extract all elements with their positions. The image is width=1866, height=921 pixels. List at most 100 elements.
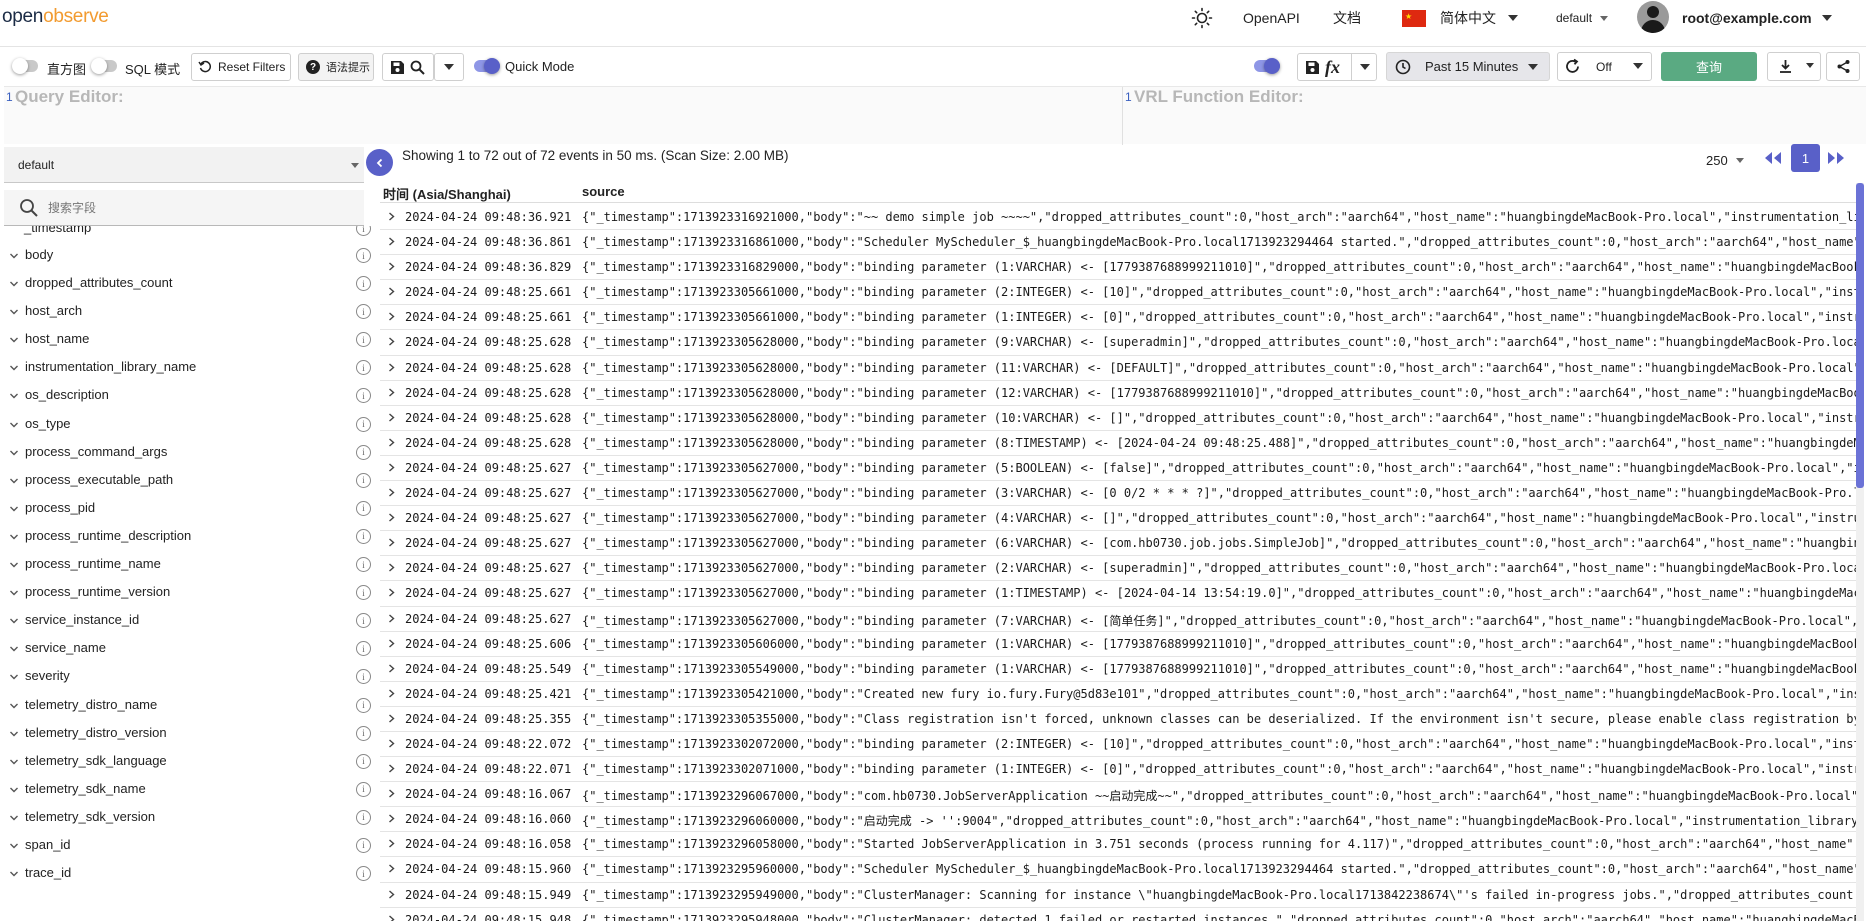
expand-row-icon[interactable]	[387, 488, 396, 497]
table-row[interactable]: 2024-04-24 09:48:16.067 {"_timestamp":171…	[380, 782, 1858, 808]
expand-row-icon[interactable]	[387, 212, 396, 221]
openapi-link[interactable]: OpenAPI	[1243, 0, 1300, 36]
first-page-icon[interactable]	[1763, 151, 1783, 165]
expand-row-icon[interactable]	[387, 915, 396, 921]
table-row[interactable]: 2024-04-24 09:48:25.661 {"_timestamp":171…	[380, 280, 1858, 306]
chevron-down-icon[interactable]	[9, 363, 19, 373]
chevron-down-icon[interactable]	[9, 448, 19, 458]
table-row[interactable]: 2024-04-24 09:48:25.606 {"_timestamp":171…	[380, 632, 1858, 657]
table-row[interactable]: 2024-04-24 09:48:25.627 {"_timestamp":171…	[380, 556, 1858, 582]
table-row[interactable]: 2024-04-24 09:48:25.421 {"_timestamp":171…	[380, 682, 1858, 707]
expand-row-icon[interactable]	[387, 613, 396, 623]
chevron-down-icon[interactable]	[9, 729, 19, 739]
info-icon[interactable]: i	[356, 226, 371, 236]
field-item[interactable]: host_arch i	[4, 298, 376, 326]
docs-link[interactable]: 文档	[1333, 0, 1361, 36]
chevron-down-icon[interactable]	[9, 644, 19, 654]
expand-row-icon[interactable]	[387, 262, 396, 271]
info-icon[interactable]: i	[356, 416, 371, 432]
chevron-down-icon[interactable]	[9, 616, 19, 626]
page-number-button[interactable]: 1	[1791, 144, 1820, 172]
saved-views-dropdown[interactable]	[434, 53, 464, 81]
info-icon[interactable]: i	[356, 360, 371, 376]
chevron-down-icon[interactable]	[9, 532, 19, 542]
query-editor[interactable]: Query Editor:	[15, 87, 124, 107]
chevron-down-icon[interactable]	[9, 672, 19, 682]
table-row[interactable]: 2024-04-24 09:48:25.627 {"_timestamp":171…	[380, 607, 1858, 632]
info-icon[interactable]: i	[356, 500, 371, 516]
expand-row-icon[interactable]	[387, 764, 396, 773]
field-item[interactable]: service_name i	[4, 635, 376, 663]
expand-row-icon[interactable]	[387, 864, 396, 873]
chevron-down-icon[interactable]	[9, 391, 19, 401]
scrollbar-thumb[interactable]	[1856, 183, 1864, 488]
org-selector[interactable]: default	[1556, 0, 1609, 36]
field-item[interactable]: instrumentation_library_name i	[4, 354, 376, 382]
field-item[interactable]: process_command_args i	[4, 439, 376, 467]
table-row[interactable]: 2024-04-24 09:48:36.861 {"_timestamp":171…	[380, 230, 1858, 256]
chevron-down-icon[interactable]	[9, 279, 19, 289]
field-item[interactable]: process_pid i	[4, 495, 376, 523]
expand-row-icon[interactable]	[387, 789, 396, 798]
user-menu[interactable]: root@example.com	[1682, 0, 1832, 36]
quick-mode-toggle[interactable]	[474, 58, 500, 74]
expand-row-icon[interactable]	[387, 890, 396, 899]
info-icon[interactable]: i	[356, 472, 371, 488]
table-row[interactable]: 2024-04-24 09:48:22.072 {"_timestamp":171…	[380, 732, 1858, 758]
field-item[interactable]: process_runtime_name i	[4, 551, 376, 579]
language-selector[interactable]: 简体中文	[1402, 0, 1518, 36]
table-row[interactable]: 2024-04-24 09:48:15.948 {"_timestamp":171…	[380, 908, 1858, 921]
info-icon[interactable]: i	[356, 866, 371, 882]
field-item[interactable]: telemetry_distro_version i	[4, 720, 376, 748]
table-row[interactable]: 2024-04-24 09:48:25.628 {"_timestamp":171…	[380, 431, 1858, 456]
field-item[interactable]: process_runtime_description i	[4, 523, 376, 551]
expand-row-icon[interactable]	[387, 639, 396, 648]
table-row[interactable]: 2024-04-24 09:48:25.627 {"_timestamp":171…	[380, 531, 1858, 557]
info-icon[interactable]: i	[356, 248, 371, 263]
expand-row-icon[interactable]	[387, 664, 396, 673]
info-icon[interactable]: i	[356, 585, 371, 601]
table-row[interactable]: 2024-04-24 09:48:25.628 {"_timestamp":171…	[380, 406, 1858, 431]
expand-row-icon[interactable]	[387, 388, 396, 397]
expand-row-icon[interactable]	[387, 839, 396, 848]
field-item[interactable]: span_id i	[4, 832, 376, 860]
chevron-down-icon[interactable]	[9, 335, 19, 345]
info-icon[interactable]: i	[356, 837, 371, 853]
expand-row-icon[interactable]	[387, 463, 396, 472]
field-item[interactable]: body i	[4, 242, 376, 270]
info-icon[interactable]: i	[356, 528, 371, 544]
expand-row-icon[interactable]	[387, 563, 396, 572]
info-icon[interactable]: i	[356, 444, 371, 460]
column-source[interactable]: source	[582, 184, 625, 199]
chevron-down-icon[interactable]	[9, 560, 19, 570]
expand-row-icon[interactable]	[387, 413, 396, 422]
table-row[interactable]: 2024-04-24 09:48:25.627 {"_timestamp":171…	[380, 481, 1858, 507]
last-page-icon[interactable]	[1826, 151, 1846, 165]
info-icon[interactable]: i	[356, 641, 371, 657]
field-item[interactable]: dropped_attributes_count i	[4, 270, 376, 298]
openobserve-logo[interactable]: openobserve	[2, 6, 109, 28]
table-row[interactable]: 2024-04-24 09:48:15.960 {"_timestamp":171…	[380, 857, 1858, 883]
table-row[interactable]: 2024-04-24 09:48:36.829 {"_timestamp":171…	[380, 255, 1858, 281]
info-icon[interactable]: i	[356, 753, 371, 769]
field-item[interactable]: telemetry_sdk_language i	[4, 748, 376, 776]
field-search-input[interactable]	[48, 198, 348, 218]
expand-row-icon[interactable]	[387, 689, 396, 698]
field-item[interactable]: telemetry_sdk_name i	[4, 776, 376, 804]
field-item[interactable]: telemetry_sdk_version i	[4, 804, 376, 832]
field-item[interactable]: telemetry_distro_name i	[4, 692, 376, 720]
syntax-hint-button[interactable]: ? 语法提示	[298, 53, 374, 81]
results-scrollbar[interactable]	[1856, 183, 1864, 921]
info-icon[interactable]: i	[356, 388, 371, 404]
avatar-icon[interactable]	[1637, 1, 1669, 33]
stream-selector[interactable]: default	[4, 147, 364, 183]
chevron-down-icon[interactable]	[9, 785, 19, 795]
field-item[interactable]: _timestamp i	[4, 226, 376, 242]
table-row[interactable]: 2024-04-24 09:48:25.549 {"_timestamp":171…	[380, 657, 1858, 682]
sql-mode-toggle[interactable]	[91, 58, 117, 74]
table-row[interactable]: 2024-04-24 09:48:25.628 {"_timestamp":171…	[380, 330, 1858, 356]
field-item[interactable]: severity i	[4, 663, 376, 691]
field-item[interactable]: os_type i	[4, 411, 376, 439]
saved-views-button[interactable]	[382, 53, 434, 81]
expand-row-icon[interactable]	[387, 739, 396, 748]
